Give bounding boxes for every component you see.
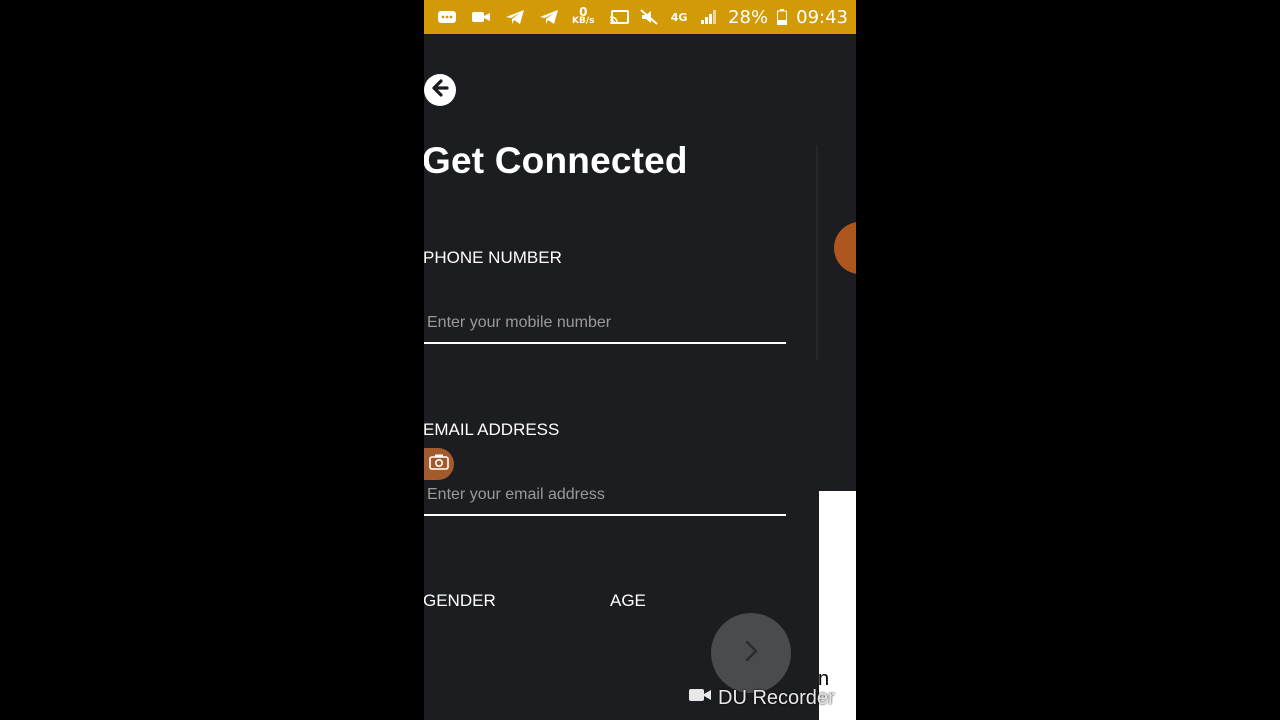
- back-button[interactable]: [424, 74, 456, 106]
- telegram-icon: [538, 8, 560, 26]
- page-title: Get Connected: [424, 140, 688, 181]
- status-bar: 0 KB/s 4G 28% 09:43: [424, 0, 856, 34]
- clock: 09:43: [796, 6, 848, 28]
- divider: [816, 145, 818, 360]
- video-camera-icon: [688, 686, 712, 710]
- age-label: AGE: [610, 591, 646, 610]
- email-address-label: EMAIL ADDRESS: [424, 420, 560, 439]
- phone-number-label: PHONE NUMBER: [424, 248, 562, 267]
- chevron-right-icon: [740, 638, 762, 668]
- signal-icon: [698, 8, 720, 26]
- cast-icon: [608, 8, 630, 26]
- video-icon: [470, 8, 492, 26]
- gender-label: GENDER: [424, 591, 496, 610]
- battery-percent: 28%: [728, 6, 769, 28]
- netspeed-unit: KB/s: [572, 16, 595, 26]
- recorder-watermark: DU Recorder: [688, 686, 835, 710]
- mute-icon: [638, 8, 660, 26]
- system-icons: 4G 28% 09:43: [608, 7, 848, 28]
- arrow-left-icon: [428, 76, 452, 104]
- recorder-watermark-text: DU Recorder: [718, 686, 835, 709]
- notification-icons: 0 KB/s: [436, 6, 595, 26]
- next-button[interactable]: [711, 613, 791, 693]
- email-address-input[interactable]: [424, 476, 786, 516]
- phone-screen: 0 KB/s 4G 28% 09:43 Get Connected PHONE …: [424, 0, 856, 720]
- battery-icon: [776, 8, 788, 26]
- floating-bubble[interactable]: [834, 222, 856, 274]
- 4g-icon: 4G: [670, 10, 688, 24]
- netspeed-indicator: 0 KB/s: [572, 6, 595, 26]
- camera-icon: [429, 453, 449, 475]
- message-icon: [436, 8, 458, 26]
- phone-number-input[interactable]: [424, 304, 786, 344]
- telegram-icon: [504, 8, 526, 26]
